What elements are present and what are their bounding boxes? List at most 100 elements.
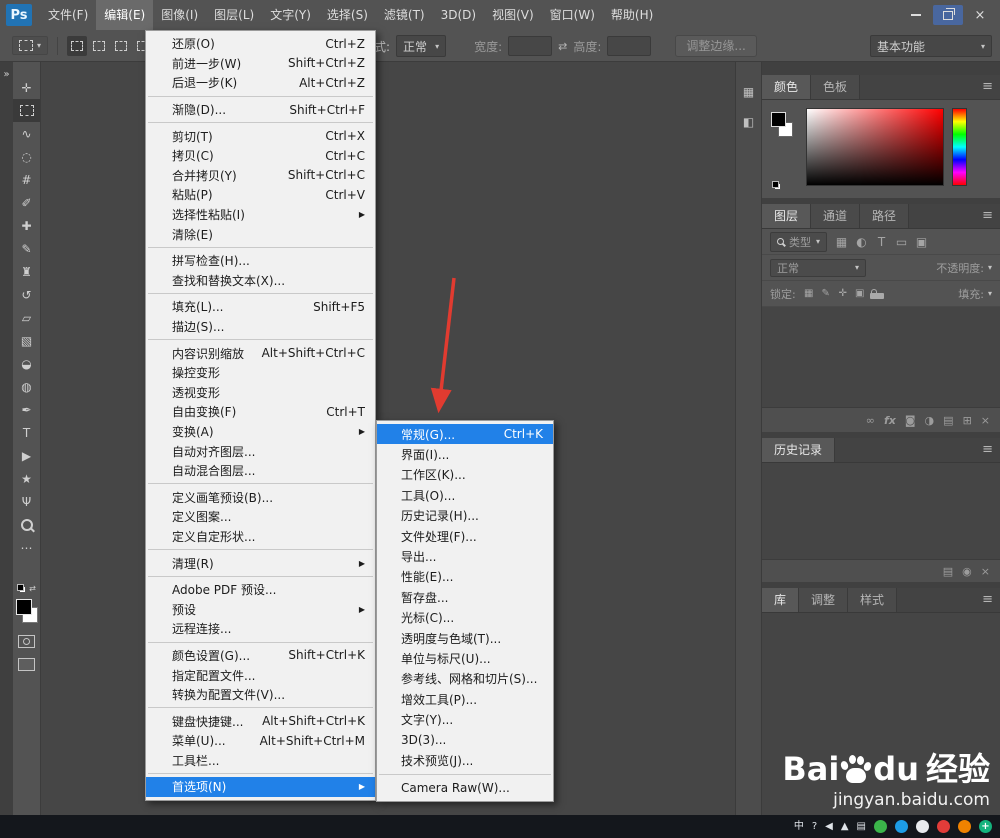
preferences-menu-item[interactable]: 暂存盘... bbox=[377, 587, 553, 607]
lock-position-icon[interactable]: ✛ bbox=[836, 288, 850, 299]
tab-adjustments[interactable]: 调整 bbox=[799, 588, 849, 612]
fill-control[interactable]: 填充: ▾ bbox=[958, 286, 992, 302]
rectangular-marquee-tool[interactable] bbox=[13, 99, 40, 122]
foreground-mini-swatch[interactable] bbox=[771, 112, 786, 127]
menu-edit[interactable]: 编辑(E) bbox=[96, 0, 154, 30]
preferences-menu-item[interactable]: 增效工具(P)... bbox=[377, 689, 553, 709]
edit-menu-item[interactable]: 查找和替换文本(X)... bbox=[146, 271, 375, 291]
edit-menu-item[interactable]: 合并拷贝(Y) Shift+Ctrl+C bbox=[146, 166, 375, 186]
hue-slider[interactable] bbox=[952, 108, 967, 186]
new-selection-button[interactable] bbox=[67, 35, 88, 56]
preferences-menu-item[interactable]: 工具(O)... bbox=[377, 485, 553, 505]
refine-edge-button[interactable]: 调整边缘... bbox=[675, 35, 757, 57]
swap-width-height-icon[interactable]: ⇄ bbox=[558, 40, 567, 53]
dock-panel-icon-1[interactable]: ▦ bbox=[739, 82, 759, 102]
tray-app-blue-icon[interactable] bbox=[895, 820, 908, 833]
menu-3d[interactable]: 3D(D) bbox=[433, 0, 484, 30]
delete-state-icon[interactable]: × bbox=[981, 565, 990, 578]
edit-menu-item[interactable]: 定义自定形状... bbox=[146, 527, 375, 547]
menu-type[interactable]: 文字(Y) bbox=[262, 0, 319, 30]
color-panel-menu-icon[interactable]: ≡ bbox=[982, 80, 993, 93]
add-selection-button[interactable] bbox=[89, 36, 109, 56]
edit-menu-item[interactable]: 后退一步(K) Alt+Ctrl+Z bbox=[146, 73, 375, 93]
tab-paths[interactable]: 路径 bbox=[860, 204, 910, 228]
edit-menu-item[interactable]: 还原(O) Ctrl+Z bbox=[146, 34, 375, 54]
menu-filter[interactable]: 滤镜(T) bbox=[376, 0, 433, 30]
blend-mode-select[interactable]: 正常 ▾ bbox=[770, 258, 866, 277]
opacity-control[interactable]: 不透明度: ▾ bbox=[936, 260, 992, 276]
link-layers-icon[interactable]: ∞ bbox=[866, 414, 875, 427]
edit-menu-item[interactable]: 预设 ▶ bbox=[146, 599, 375, 619]
edit-menu-item[interactable]: 剪切(T) Ctrl+X bbox=[146, 126, 375, 146]
edit-menu-item[interactable]: 远程连接... bbox=[146, 619, 375, 639]
foreground-background-colors[interactable] bbox=[15, 598, 39, 624]
tray-show-hidden-icon[interactable]: ▲ bbox=[841, 821, 849, 832]
preferences-menu-item[interactable]: 透明度与色域(T)... bbox=[377, 628, 553, 648]
tab-libraries[interactable]: 库 bbox=[762, 588, 800, 612]
edit-menu-item[interactable]: 自动对齐图层... bbox=[146, 441, 375, 461]
tab-history[interactable]: 历史记录 bbox=[762, 438, 836, 462]
layers-panel-menu-icon[interactable]: ≡ bbox=[982, 209, 993, 222]
edit-menu-item[interactable]: Adobe PDF 预设... bbox=[146, 580, 375, 600]
clone-stamp-tool[interactable]: ♜ bbox=[13, 260, 40, 283]
new-snapshot-camera-icon[interactable]: ◉ bbox=[962, 565, 972, 578]
edit-menu-item[interactable]: 清除(E) bbox=[146, 224, 375, 244]
gradient-tool[interactable]: ▧ bbox=[13, 329, 40, 352]
swap-colors-icon[interactable]: ⇄ bbox=[29, 584, 36, 593]
layer-filter-select[interactable]: 类型 ▾ bbox=[770, 231, 828, 252]
zoom-tool[interactable] bbox=[13, 513, 40, 536]
edit-menu-item[interactable]: 渐隐(D)... Shift+Ctrl+F bbox=[146, 100, 375, 120]
preferences-menu-item[interactable]: 界面(I)... bbox=[377, 444, 553, 464]
preferences-menu-item[interactable]: 光标(C)... bbox=[377, 608, 553, 628]
menu-select[interactable]: 选择(S) bbox=[319, 0, 376, 30]
edit-menu-item[interactable]: 拼写检查(H)... bbox=[146, 251, 375, 271]
eraser-tool[interactable]: ▱ bbox=[13, 306, 40, 329]
dodge-tool[interactable]: ◍ bbox=[13, 375, 40, 398]
tray-app-white-icon[interactable] bbox=[916, 820, 929, 833]
history-panel-menu-icon[interactable]: ≡ bbox=[982, 443, 993, 456]
edit-toolbar-button[interactable]: ⋯ bbox=[13, 536, 40, 559]
edit-menu-item[interactable]: 自动混合图层... bbox=[146, 461, 375, 481]
default-mini-swatches[interactable] bbox=[772, 181, 781, 190]
edit-menu-item[interactable]: 定义图案... bbox=[146, 507, 375, 527]
preferences-menu-item[interactable]: 单位与标尺(U)... bbox=[377, 648, 553, 668]
quick-selection-tool[interactable]: ◌ bbox=[13, 145, 40, 168]
filter-type-layers-icon[interactable]: T bbox=[873, 235, 890, 249]
edit-menu-item[interactable]: 操控变形 bbox=[146, 363, 375, 383]
preferences-menu-item[interactable]: 导出... bbox=[377, 546, 553, 566]
layer-mask-icon[interactable]: ◙ bbox=[905, 414, 916, 427]
crop-tool[interactable]: # bbox=[13, 168, 40, 191]
edit-menu-item[interactable]: 填充(L)... Shift+F5 bbox=[146, 297, 375, 317]
height-input[interactable] bbox=[607, 36, 652, 56]
toolbar-expand-icon[interactable]: » bbox=[3, 69, 9, 80]
foreground-color-swatch[interactable] bbox=[15, 599, 32, 615]
filter-pixel-layers-icon[interactable]: ▦ bbox=[833, 235, 850, 249]
menu-image[interactable]: 图像(I) bbox=[153, 0, 206, 30]
blur-tool[interactable]: ◒ bbox=[13, 352, 40, 375]
edit-menu-item[interactable]: 定义画笔预设(B)... bbox=[146, 487, 375, 507]
menu-file[interactable]: 文件(F) bbox=[40, 0, 96, 30]
preferences-menu-item[interactable]: 技术预览(J)... bbox=[377, 750, 553, 770]
saturation-brightness-field[interactable] bbox=[806, 108, 944, 186]
tray-app-green-icon[interactable] bbox=[874, 820, 887, 833]
hand-tool[interactable]: Ψ bbox=[13, 490, 40, 513]
edit-menu-item[interactable]: 选择性粘贴(I) ▶ bbox=[146, 205, 375, 225]
lasso-tool[interactable]: ∿ bbox=[13, 122, 40, 145]
edit-menu-item[interactable]: 转换为配置文件(V)... bbox=[146, 685, 375, 705]
adjustment-layer-icon[interactable]: ◑ bbox=[925, 414, 935, 427]
tray-ime-icon[interactable]: 中 bbox=[794, 821, 804, 832]
dock-panel-icon-2[interactable]: ◧ bbox=[739, 112, 759, 132]
edit-menu-item[interactable]: 粘贴(P) Ctrl+V bbox=[146, 185, 375, 205]
tab-swatches[interactable]: 色板 bbox=[811, 75, 861, 99]
quick-mask-button[interactable] bbox=[13, 630, 40, 653]
menu-window[interactable]: 窗口(W) bbox=[542, 0, 603, 30]
edit-menu-item[interactable]: 清理(R) ▶ bbox=[146, 553, 375, 573]
type-tool[interactable]: T bbox=[13, 421, 40, 444]
subtract-selection-button[interactable] bbox=[111, 36, 131, 56]
width-input[interactable] bbox=[508, 36, 553, 56]
tab-styles[interactable]: 样式 bbox=[848, 588, 898, 612]
path-selection-tool[interactable]: ▶ bbox=[13, 444, 40, 467]
edit-menu-item[interactable]: 自由变换(F) Ctrl+T bbox=[146, 402, 375, 422]
close-button[interactable]: × bbox=[965, 5, 995, 25]
delete-layer-icon[interactable]: × bbox=[981, 414, 990, 427]
